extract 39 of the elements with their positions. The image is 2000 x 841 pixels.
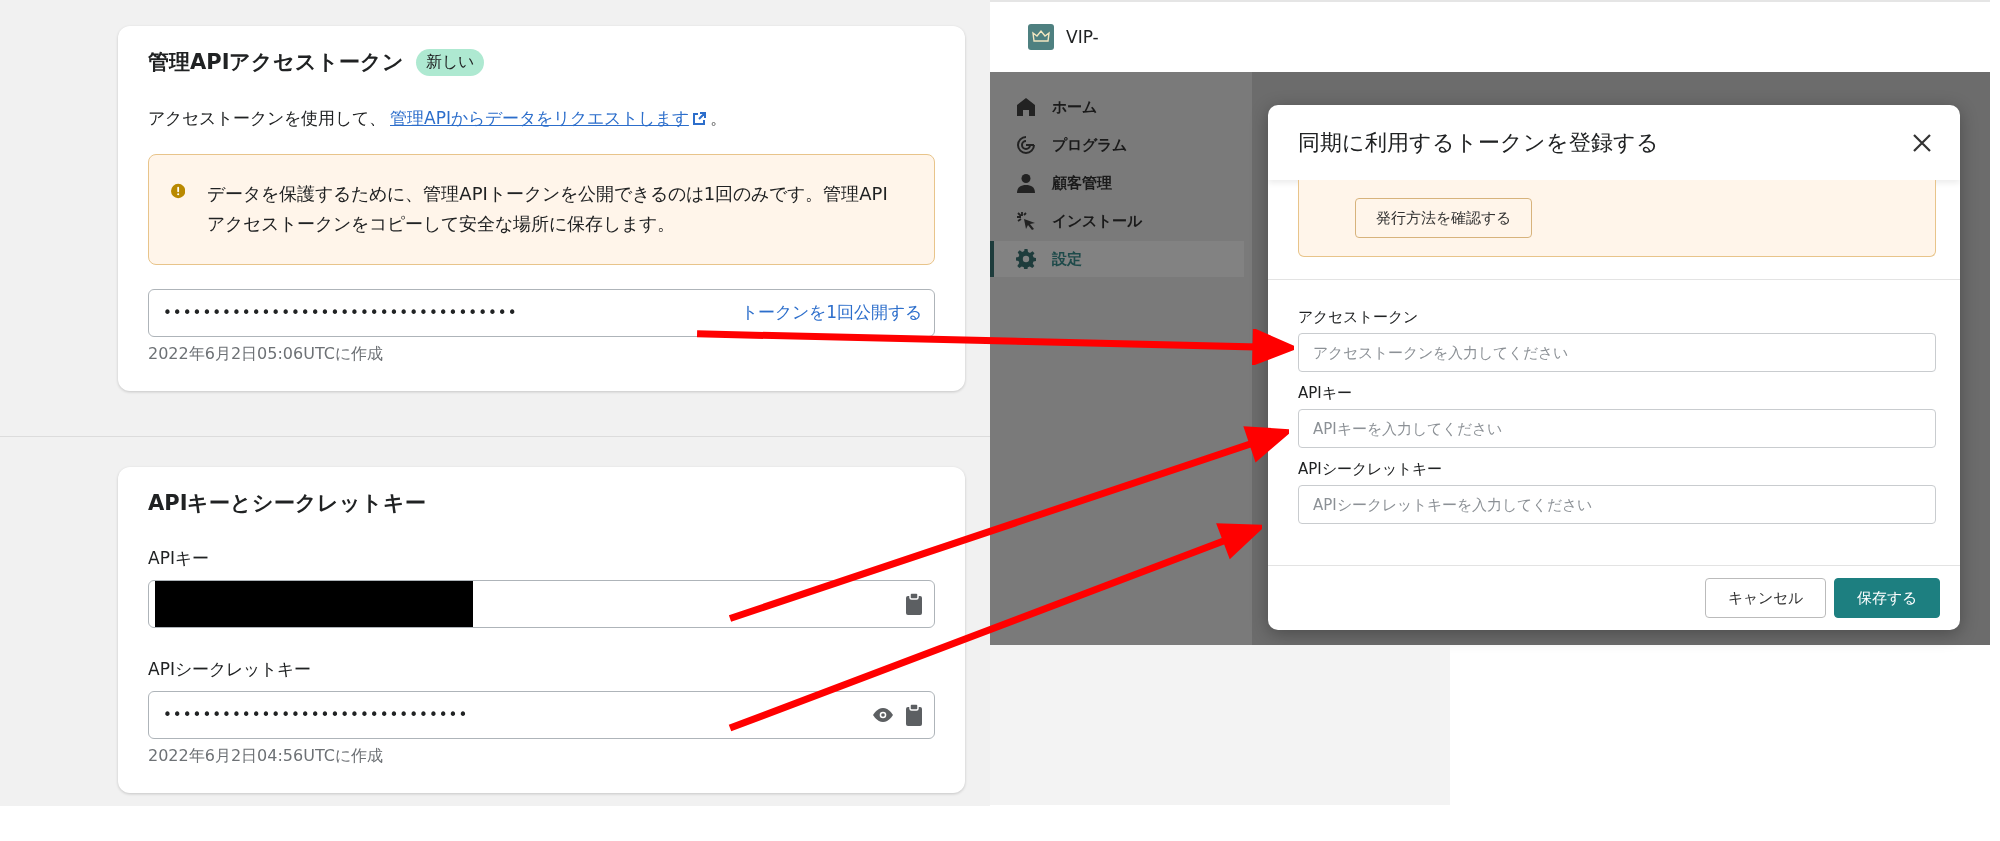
home-icon (1016, 97, 1036, 117)
input-field[interactable]: アクセストークンを入力してください (1298, 333, 1936, 372)
clipboard-icon[interactable] (906, 703, 922, 726)
reveal-token-link[interactable]: トークンを1回公開する (741, 301, 922, 325)
person-icon (1016, 173, 1036, 193)
save-button[interactable]: 保存する (1834, 578, 1940, 618)
cursor-click-icon (1016, 211, 1036, 231)
input-field[interactable]: APIシークレットキーを入力してください (1298, 485, 1936, 524)
warning-text: データを保護するために、管理APIトークンを公開できるのは1回のみです。管理APIアクセストークンをコピーして安全な場所に保存します。 (207, 181, 889, 237)
field-label: APIキー (1298, 384, 1353, 403)
api-link[interactable]: 管理APIからデータをリクエストします (390, 106, 689, 132)
period-text: 。 (709, 107, 727, 130)
external-link-icon (692, 112, 706, 126)
field-label: APIシークレットキー (148, 657, 312, 681)
description-text: アクセストークンを使用して、 (148, 107, 386, 130)
swirl-icon (1016, 135, 1036, 155)
close-icon (1912, 132, 1932, 153)
eye-icon[interactable] (872, 707, 894, 722)
created-date: 2022年6月2日05:06UTCに作成 (148, 343, 384, 365)
field-label: APIキー (148, 546, 210, 570)
created-date: 2022年6月2日04:56UTCに作成 (148, 745, 384, 767)
input-field[interactable]: APIキーを入力してください (1298, 409, 1936, 448)
cancel-button[interactable]: キャンセル (1705, 578, 1826, 618)
card-title: 管理APIアクセストークン (148, 49, 405, 76)
nav-item[interactable]: ホーム (990, 89, 1244, 125)
status-badge: 新しい (416, 48, 485, 76)
crown-logo-icon (1028, 24, 1054, 50)
nav-item[interactable]: インストール (990, 203, 1244, 239)
clipboard-icon[interactable] (906, 592, 922, 615)
field-label: アクセストークン (1298, 308, 1419, 327)
dialog-title: 同期に利用するトークンを登録する (1298, 128, 1659, 157)
field-label: APIシークレットキー (1298, 460, 1443, 479)
settings-icon (1016, 249, 1036, 269)
card-title: APIキーとシークレットキー (148, 489, 428, 517)
issue-method-button[interactable]: 発行方法を確認する (1355, 198, 1532, 238)
nav-item[interactable]: プログラム (990, 127, 1244, 163)
key-field[interactable]: ••••••••••••••••••••••••••••••• (148, 690, 935, 739)
brand-name: VIP- (1066, 27, 1099, 47)
nav-item[interactable]: 顧客管理 (990, 165, 1244, 201)
